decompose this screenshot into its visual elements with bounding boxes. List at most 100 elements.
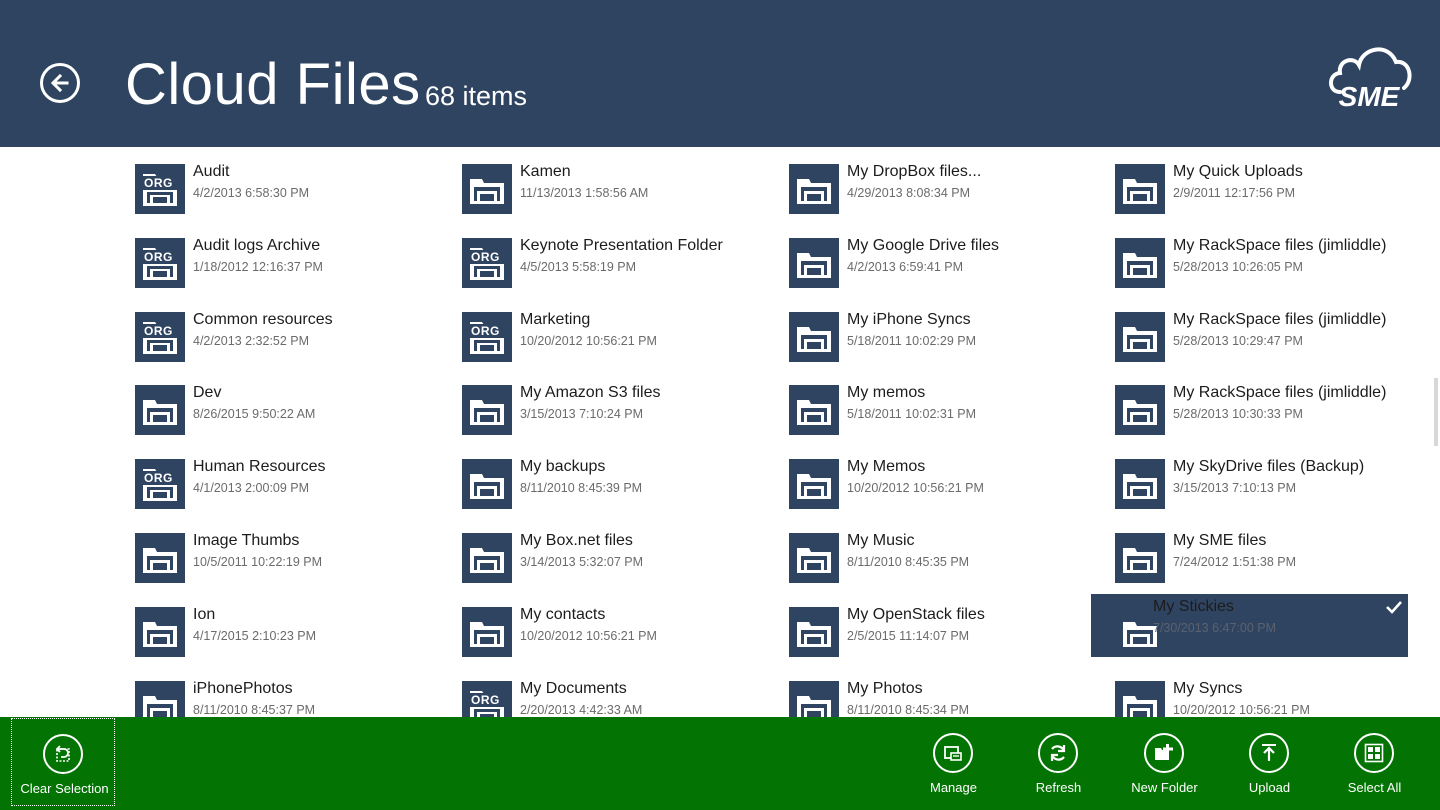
folder-item[interactable]: My Photos 8/11/2010 8:45:34 PM [789, 680, 1106, 717]
folder-date: 8/26/2015 9:50:22 AM [193, 407, 316, 422]
folder-icon [789, 385, 839, 436]
clear-selection-button[interactable]: Clear Selection [11, 718, 115, 806]
folder-item[interactable]: My iPhone Syncs 5/18/2011 10:02:29 PM [789, 311, 1106, 374]
folder-item[interactable]: My Stickies 7/30/2013 6:47:00 PM [1091, 593, 1408, 657]
folder-name: iPhonePhotos [193, 679, 293, 697]
app-bar: Clear Selection Manage Refresh New Folde… [0, 717, 1440, 810]
scrollbar[interactable] [1434, 378, 1438, 446]
folder-item[interactable]: ORG Keynote Presentation Folder 4/5/2013 5… [462, 237, 779, 300]
folder-item[interactable]: My RackSpace files (jimliddle) 5/28/2013 … [1115, 384, 1432, 447]
folder-icon [135, 680, 185, 717]
folder-icon [789, 164, 839, 214]
folder-name: My Documents [520, 679, 627, 697]
folder-icon [135, 533, 185, 583]
folder-item[interactable]: My backups 8/11/2010 8:45:39 PM [462, 458, 779, 521]
upload-button[interactable]: Upload [1217, 717, 1322, 810]
folder-item[interactable]: My OpenStack files 2/5/2015 11:14:07 PM [789, 606, 1106, 669]
folder-name: Kamen [520, 163, 571, 180]
folder-name: My SME files [1173, 532, 1267, 549]
select-all-button[interactable]: Select All [1322, 717, 1427, 810]
header-bar: Cloud Files 68 items SME [0, 0, 1440, 147]
org-folder-icon: ORG [462, 680, 512, 717]
folder-item[interactable]: ORG Audit logs Archive 1/18/2012 12:16:37 … [135, 237, 452, 300]
folder-item[interactable]: My SkyDrive files (Backup) 3/15/2013 7:10… [1115, 458, 1432, 521]
folder-item[interactable]: ORG Marketing 10/20/2012 10:56:21 PM [462, 311, 779, 374]
refresh-button[interactable]: Refresh [1006, 717, 1111, 810]
file-grid: ORG Audit 4/2/2013 6:58:30 PM ORG Audit logs… [0, 147, 1440, 717]
folder-date: 4/2/2013 6:58:30 PM [193, 186, 310, 200]
folder-item[interactable]: My Memos 10/20/2012 10:56:21 PM [789, 458, 1106, 521]
checkmark-icon [1386, 600, 1402, 614]
folder-name: Image Thumbs [193, 532, 300, 549]
folder-name: My RackSpace files (jimliddle) [1173, 310, 1387, 328]
folder-date: 2/5/2015 11:14:07 PM [847, 628, 970, 643]
folder-item[interactable]: My Syncs 10/20/2012 10:56:21 PM [1115, 680, 1432, 717]
folder-date: 2/9/2011 12:17:56 PM [1173, 186, 1296, 200]
folder-item[interactable]: My contacts 10/20/2012 10:56:21 PM [462, 606, 779, 669]
folder-item[interactable]: My Amazon S3 files 3/15/2013 7:10:24 PM [462, 384, 779, 447]
org-folder-icon: ORG [135, 164, 185, 214]
folder-item[interactable]: Image Thumbs 10/5/2011 10:22:19 PM [135, 532, 452, 595]
back-button[interactable] [40, 63, 80, 103]
folder-date: 11/13/2013 1:58:56 AM [520, 186, 649, 200]
back-arrow-icon [50, 73, 69, 93]
folder-date: 3/14/2013 5:32:07 PM [520, 555, 644, 569]
folder-date: 5/28/2013 10:26:05 PM [1173, 259, 1303, 274]
folder-item[interactable]: ORG Audit 4/2/2013 6:58:30 PM [135, 163, 452, 226]
new-folder-icon [1155, 744, 1173, 760]
folder-icon [1115, 164, 1165, 214]
folder-date: 10/20/2012 10:56:21 PM [520, 333, 657, 348]
folder-icon [462, 533, 512, 583]
folder-item[interactable]: ORG My Documents 2/20/2013 4:42:33 AM [462, 679, 779, 717]
folder-name: My RackSpace files (jimliddle) [1173, 384, 1387, 402]
folder-icon [1115, 533, 1165, 583]
folder-icon [135, 385, 185, 436]
folder-name: My backups [520, 458, 606, 476]
refresh-icon [1050, 745, 1066, 761]
folder-icon [462, 606, 512, 657]
folder-icon [135, 606, 185, 657]
org-folder-icon: ORG [135, 237, 185, 288]
folder-item[interactable]: My RackSpace files (jimliddle) 5/28/2013 … [1115, 310, 1432, 374]
folder-date: 10/20/2012 10:56:21 PM [1173, 702, 1310, 717]
folder-date: 7/24/2012 1:51:38 PM [1173, 555, 1297, 569]
folder-item[interactable]: iPhonePhotos 8/11/2010 8:45:37 PM [135, 679, 452, 717]
folder-date: 5/28/2013 10:29:47 PM [1173, 333, 1303, 348]
folder-icon [462, 459, 512, 510]
folder-date: 4/1/2013 2:00:09 PM [193, 481, 310, 496]
folder-item[interactable]: My Music 8/11/2010 8:45:35 PM [789, 532, 1106, 595]
folder-item[interactable]: My SME files 7/24/2012 1:51:38 PM [1115, 532, 1432, 595]
folder-date: 1/18/2012 12:16:37 PM [193, 259, 323, 274]
clear-selection-label: Clear Selection [20, 781, 109, 796]
folder-item[interactable]: Dev 8/26/2015 9:50:22 AM [135, 384, 452, 447]
folder-date: 3/15/2013 7:10:13 PM [1173, 481, 1297, 496]
folder-item[interactable]: ORG Common resources 4/2/2013 2:32:52 PM [135, 311, 452, 374]
manage-icon [944, 746, 962, 761]
new-folder-label: New Folder [1131, 780, 1198, 795]
upload-icon [1262, 744, 1276, 761]
folder-name: My DropBox files... [847, 163, 982, 180]
folder-item[interactable]: My DropBox files... 4/29/2013 8:08:34 PM [789, 163, 1106, 226]
folder-icon [789, 459, 839, 510]
folder-date: 4/2/2013 2:32:52 PM [193, 333, 310, 348]
folder-item[interactable]: Ion 4/17/2015 2:10:23 PM [135, 606, 452, 669]
folder-name: My Google Drive files [847, 236, 1000, 254]
folder-item[interactable]: My Quick Uploads 2/9/2011 12:17:56 PM [1115, 163, 1432, 226]
folder-date: 10/20/2012 10:56:21 PM [520, 628, 657, 643]
folder-date: 7/30/2013 6:47:00 PM [1153, 620, 1277, 635]
new-folder-button[interactable]: New Folder [1112, 717, 1217, 810]
folder-name: My Quick Uploads [1173, 163, 1303, 180]
folder-item[interactable]: My RackSpace files (jimliddle) 5/28/2013 … [1115, 237, 1432, 300]
folder-item[interactable]: Kamen 11/13/2013 1:58:56 AM [462, 163, 779, 226]
folder-date: 4/17/2015 2:10:23 PM [193, 628, 317, 643]
folder-item[interactable]: My memos 5/18/2011 10:02:31 PM [789, 384, 1106, 447]
folder-date: 2/20/2013 4:42:33 AM [520, 702, 643, 717]
org-folder-icon: ORG [135, 311, 185, 362]
folder-name: My Music [847, 532, 915, 549]
manage-button[interactable]: Manage [901, 717, 1006, 810]
folder-item[interactable]: ORG Human Resources 4/1/2013 2:00:09 PM [135, 458, 452, 521]
org-folder-icon: ORG [462, 311, 512, 362]
folder-item[interactable]: My Google Drive files 4/2/2013 6:59:41 PM [789, 236, 1106, 300]
manage-label: Manage [930, 780, 977, 795]
folder-item[interactable]: My Box.net files 3/14/2013 5:32:07 PM [462, 532, 779, 595]
